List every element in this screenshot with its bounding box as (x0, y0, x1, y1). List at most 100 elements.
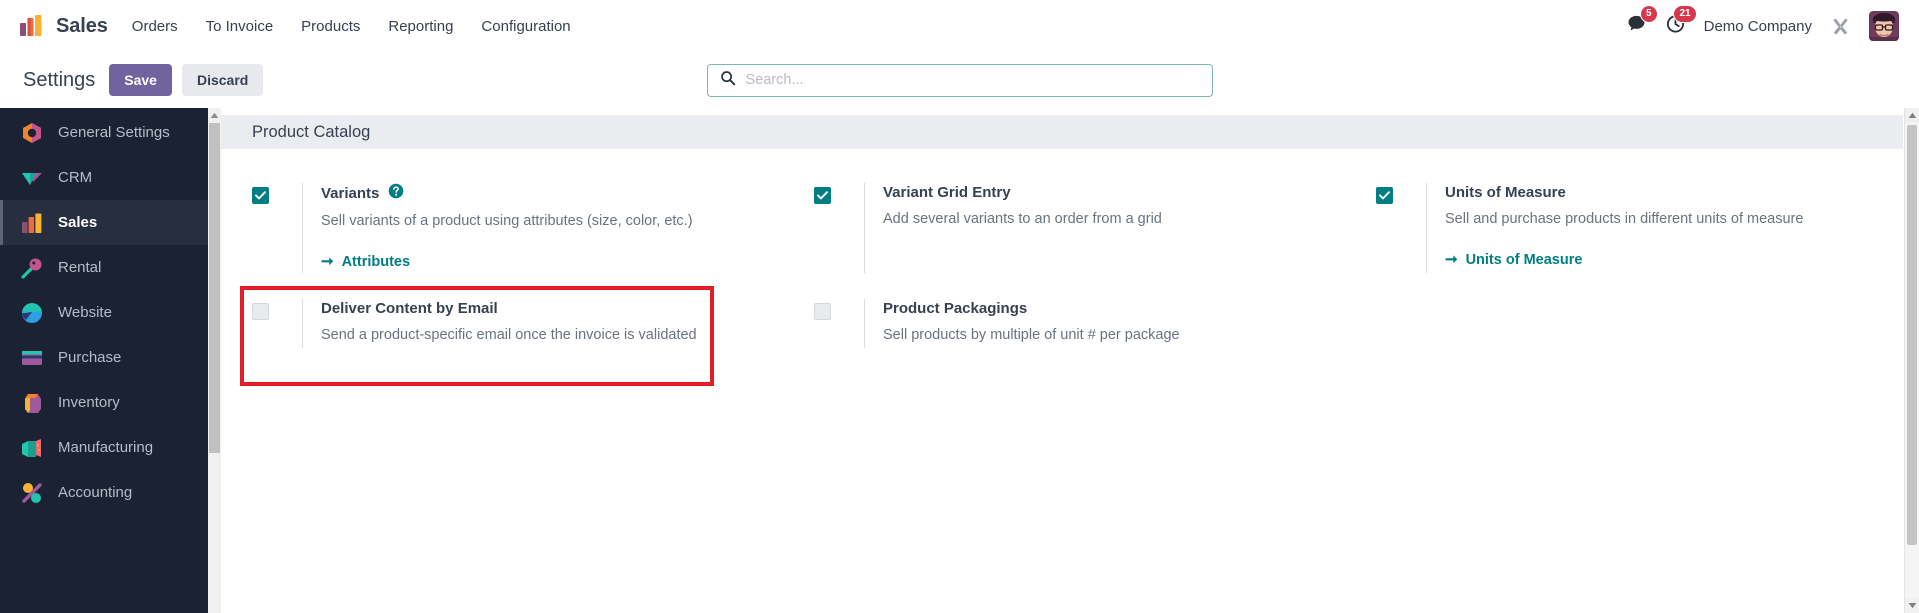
arrow-right-icon: ➞ (321, 253, 334, 271)
rental-icon (20, 256, 44, 280)
sidebar-item-general-settings[interactable]: General Settings (0, 110, 208, 155)
setting-text: Deliver Content by Email Send a product-… (302, 299, 774, 348)
scroll-up-icon[interactable] (208, 108, 221, 122)
brand-name: Sales (56, 14, 108, 37)
scroll-down-arrow-icon[interactable] (1905, 598, 1919, 613)
checkbox-variant-grid-entry[interactable] (814, 187, 831, 204)
setting-description: Sell and purchase products in different … (1445, 211, 1804, 228)
inventory-icon (20, 391, 44, 415)
sidebar-label: Accounting (58, 484, 133, 501)
setting-label-row: Variant Grid Entry (883, 183, 1336, 203)
sidebar-label: General Settings (58, 124, 170, 141)
setting-label: Variant Grid Entry (883, 184, 1011, 201)
setting-description: Sell variants of a product using attribu… (321, 213, 693, 230)
setting-label-row: Variants (321, 183, 774, 205)
odoo-settings-page: Sales Orders To Invoice Products Reporti… (0, 0, 1919, 613)
setting-product-packagings: Product Packagings Sell products by mult… (792, 287, 1354, 362)
user-avatar[interactable] (1869, 11, 1899, 41)
messages-menu[interactable]: 5 (1626, 5, 1658, 39)
help-icon[interactable] (388, 183, 404, 205)
save-button[interactable]: Save (109, 63, 172, 97)
sidebar-item-rental[interactable]: Rental (0, 245, 208, 290)
link-label: Units of Measure (1465, 251, 1583, 268)
activities-badge: 21 (1673, 5, 1697, 23)
page-title: Settings (23, 68, 96, 91)
link-units-of-measure[interactable]: ➞ Units of Measure (1445, 252, 1582, 268)
sidebar-label: Rental (58, 259, 102, 276)
setting-variants: Variants Sell variants of a product usin… (230, 171, 792, 287)
sidebar-item-sales[interactable]: Sales (0, 200, 208, 245)
page-scrollbar[interactable] (1904, 108, 1919, 613)
menu-reporting[interactable]: Reporting (374, 12, 467, 41)
top-navbar: Sales Orders To Invoice Products Reporti… (0, 0, 1919, 52)
messages-badge: 5 (1640, 5, 1658, 23)
settings-grid: Variants Sell variants of a product usin… (220, 149, 1919, 362)
sidebar-item-crm[interactable]: CRM (0, 155, 208, 200)
search-box[interactable] (706, 63, 1213, 97)
crm-icon (20, 166, 44, 190)
setting-variant-grid-entry: Variant Grid Entry Add several variants … (792, 171, 1354, 287)
setting-deliver-content-by-email: Deliver Content by Email Send a product-… (230, 287, 792, 362)
sidebar-item-manufacturing[interactable]: Manufacturing (0, 425, 208, 470)
settings-inner-scrollbar[interactable] (208, 108, 221, 613)
navbar-right: 5 21 Demo Company (1626, 5, 1905, 41)
setting-label: Product Packagings (883, 300, 1028, 318)
section-header-product-catalog: Product Catalog (220, 115, 1903, 149)
checkbox-cell (814, 299, 864, 348)
setting-description: Sell products by multiple of unit # per … (883, 327, 1180, 344)
setting-label-row: Product Packagings (883, 299, 1336, 319)
checkbox-cell (252, 299, 302, 348)
control-panel-left: Settings Save Discard (16, 63, 264, 97)
section-title: Product Catalog (252, 122, 371, 141)
link-label: Attributes (341, 253, 411, 270)
setting-label: Units of Measure (1445, 184, 1566, 201)
scroll-thumb[interactable] (209, 123, 220, 453)
setting-text: Units of Measure Sell and purchase produ… (1426, 183, 1898, 274)
navbar-menu: Orders To Invoice Products Reporting Con… (118, 12, 585, 41)
search-container (706, 63, 1213, 97)
accounting-icon (20, 481, 44, 505)
setting-label-row: Deliver Content by Email (321, 299, 774, 319)
scroll-up-arrow-icon[interactable] (1905, 108, 1919, 123)
sales-icon (20, 211, 44, 235)
setting-label: Deliver Content by Email (321, 300, 498, 318)
brand-group[interactable]: Sales (14, 13, 118, 39)
company-switcher[interactable]: Demo Company (1704, 18, 1812, 35)
checkbox-variants[interactable] (252, 187, 269, 204)
sidebar-item-accounting[interactable]: Accounting (0, 470, 208, 515)
menu-to-invoice[interactable]: To Invoice (192, 12, 288, 41)
setting-text: Variants Sell variants of a product usin… (302, 183, 774, 274)
activities-menu[interactable]: 21 (1665, 5, 1697, 39)
search-input[interactable] (745, 72, 1200, 88)
manufacturing-icon (20, 436, 44, 460)
setting-description: Send a product-specific email once the i… (321, 327, 697, 344)
arrow-right-icon: ➞ (1445, 251, 1458, 269)
settings-scroll-area: Product Catalog Variants Sell variants o… (220, 115, 1919, 613)
setting-text: Variant Grid Entry Add several variants … (864, 183, 1336, 274)
checkbox-units-of-measure[interactable] (1376, 187, 1393, 204)
sidebar-label: Inventory (58, 394, 120, 411)
menu-products[interactable]: Products (287, 12, 374, 41)
sidebar-label: Manufacturing (58, 439, 154, 456)
checkbox-deliver-content-by-email[interactable] (252, 303, 269, 321)
tools-icon[interactable] (1830, 16, 1851, 37)
page-scroll-thumb[interactable] (1907, 125, 1917, 545)
setting-text: Product Packagings Sell products by mult… (864, 299, 1336, 348)
sidebar-label: Purchase (58, 349, 122, 366)
sidebar-item-website[interactable]: Website (0, 290, 208, 335)
body-area: General Settings CRM Sales Rental Websit… (0, 108, 1919, 613)
sidebar-label: Website (58, 304, 112, 321)
checkbox-cell (1376, 183, 1426, 273)
discard-button[interactable]: Discard (181, 63, 264, 97)
sidebar-item-purchase[interactable]: Purchase (0, 335, 208, 380)
menu-orders[interactable]: Orders (118, 12, 192, 41)
sidebar-label: CRM (58, 169, 93, 186)
control-panel: Settings Save Discard (0, 52, 1919, 108)
checkbox-cell (814, 183, 864, 273)
link-attributes[interactable]: ➞ Attributes (321, 254, 410, 270)
checkbox-product-packagings[interactable] (814, 303, 831, 321)
general-settings-icon (20, 121, 44, 145)
menu-configuration[interactable]: Configuration (467, 12, 584, 41)
sidebar-label: Sales (58, 214, 98, 231)
sidebar-item-inventory[interactable]: Inventory (0, 380, 208, 425)
